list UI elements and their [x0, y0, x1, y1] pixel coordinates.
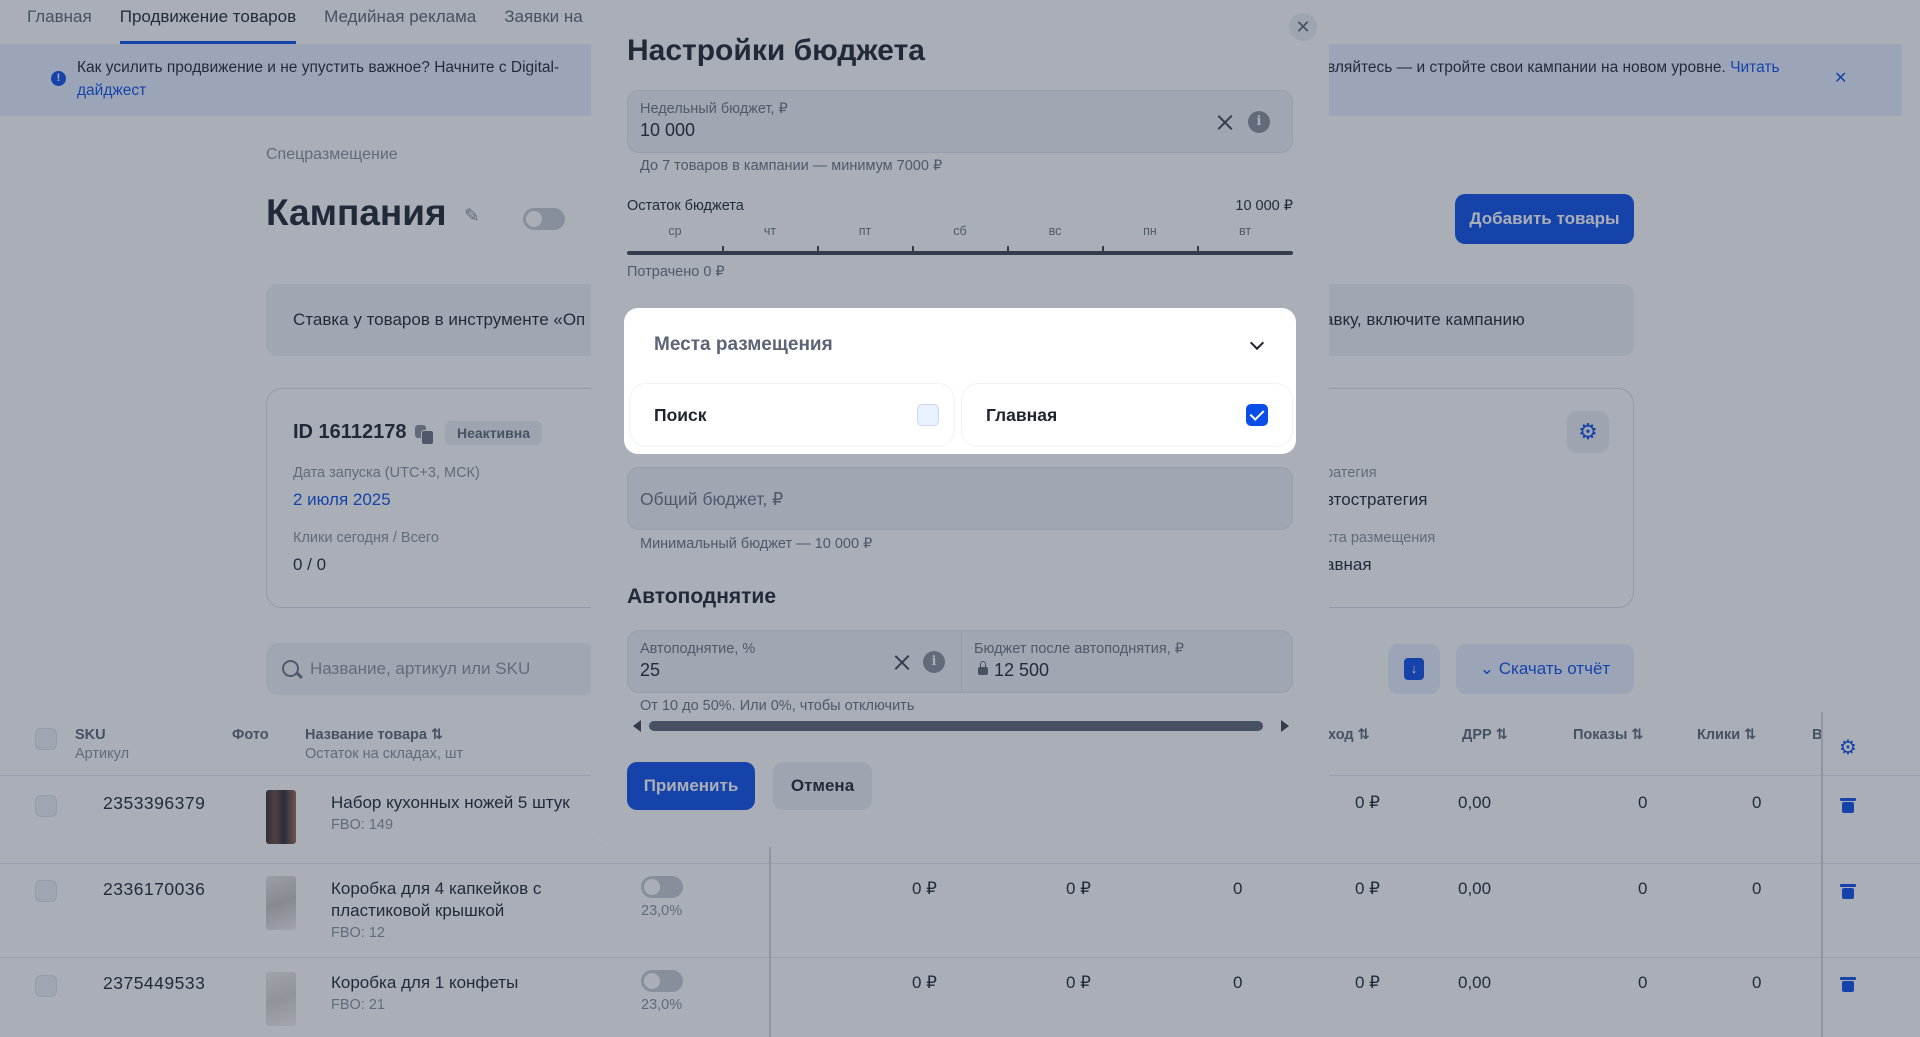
chevron-down-icon[interactable] [1249, 335, 1265, 351]
main-checkbox[interactable] [1246, 404, 1268, 426]
placement-title[interactable]: Места размещения [654, 334, 833, 356]
placement-section: Места размещения Поиск Главная [624, 308, 1296, 454]
search-checkbox[interactable] [917, 404, 939, 426]
placement-option-label: Главная [986, 405, 1058, 425]
placement-option-label: Поиск [654, 405, 707, 425]
placement-option-main[interactable]: Главная [962, 384, 1292, 446]
placement-option-search[interactable]: Поиск [630, 384, 954, 446]
